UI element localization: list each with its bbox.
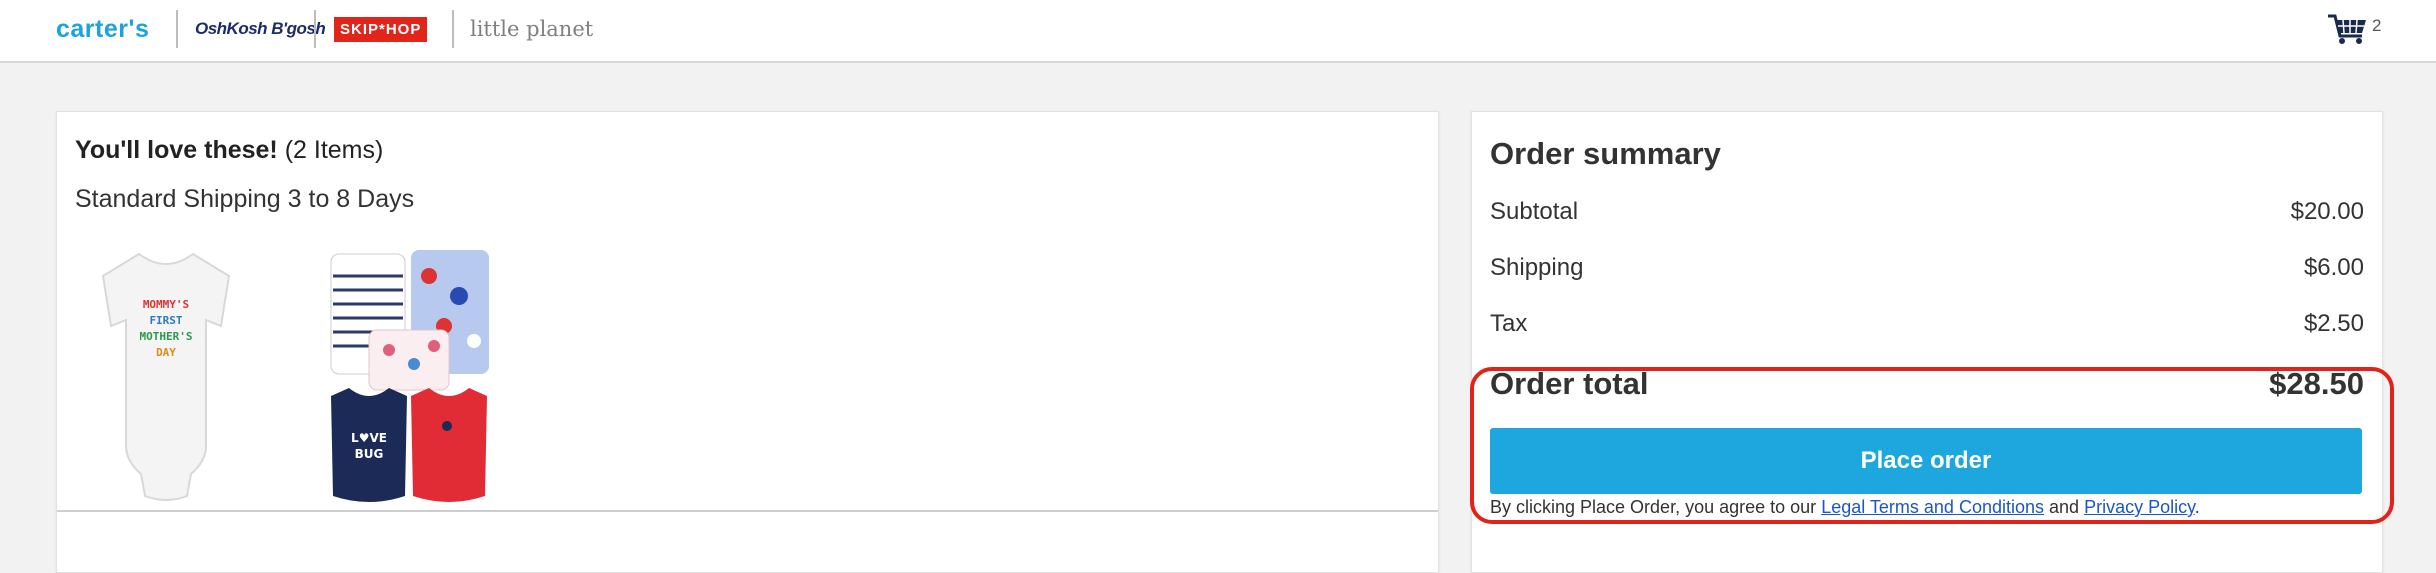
order-summary-title: Order summary bbox=[1490, 136, 1721, 171]
svg-text:MOTHER'S: MOTHER'S bbox=[140, 330, 193, 343]
svg-text:MOMMY'S: MOMMY'S bbox=[143, 298, 189, 311]
oshkosh-logo-link[interactable]: OshKosh B'gosh bbox=[195, 0, 326, 58]
brand-divider bbox=[452, 10, 454, 48]
subtotal-value: $20.00 bbox=[2290, 198, 2364, 225]
svg-text:DAY: DAY bbox=[156, 346, 176, 359]
tax-label: Tax bbox=[1490, 310, 1528, 337]
brand-divider bbox=[314, 10, 316, 48]
cart-items-panel: You'll love these! (2 Items) Standard Sh… bbox=[56, 111, 1439, 573]
tax-value: $2.50 bbox=[2303, 310, 2364, 337]
cart-count-badge[interactable]: 2 bbox=[2372, 16, 2381, 36]
items-heading-bold: You'll love these! bbox=[75, 136, 278, 164]
section-divider bbox=[57, 510, 1438, 512]
carters-logo-link[interactable]: carter's bbox=[56, 0, 149, 58]
items-count: (2 Items) bbox=[284, 136, 384, 164]
svg-text:L♥VE: L♥VE bbox=[351, 431, 387, 445]
product-image-love-bug-bodysuit-pack[interactable]: L♥VE BUG bbox=[319, 246, 499, 510]
svg-text:FIRST: FIRST bbox=[149, 314, 182, 327]
shipping-label: Shipping bbox=[1490, 254, 1584, 281]
littleplanet-logo-link[interactable]: little planet bbox=[470, 0, 593, 58]
product-image-mothers-day-bodysuit[interactable]: MOMMY'S FIRST MOTHER'S DAY bbox=[91, 246, 241, 506]
subtotal-label: Subtotal bbox=[1490, 198, 1579, 225]
highlight-box bbox=[1470, 367, 2394, 524]
shipping-value: $6.00 bbox=[2303, 254, 2364, 281]
shopping-cart-icon[interactable] bbox=[2326, 12, 2370, 46]
shipping-method: Standard Shipping 3 to 8 Days bbox=[75, 185, 415, 213]
skiphop-logo-link[interactable]: SKIP*HOP bbox=[334, 17, 428, 42]
items-heading: You'll love these! (2 Items) bbox=[75, 136, 383, 165]
brand-divider bbox=[176, 10, 178, 48]
svg-text:BUG: BUG bbox=[355, 447, 384, 461]
site-header: carter's OshKosh B'gosh SKIP*HOP little … bbox=[0, 0, 2436, 63]
